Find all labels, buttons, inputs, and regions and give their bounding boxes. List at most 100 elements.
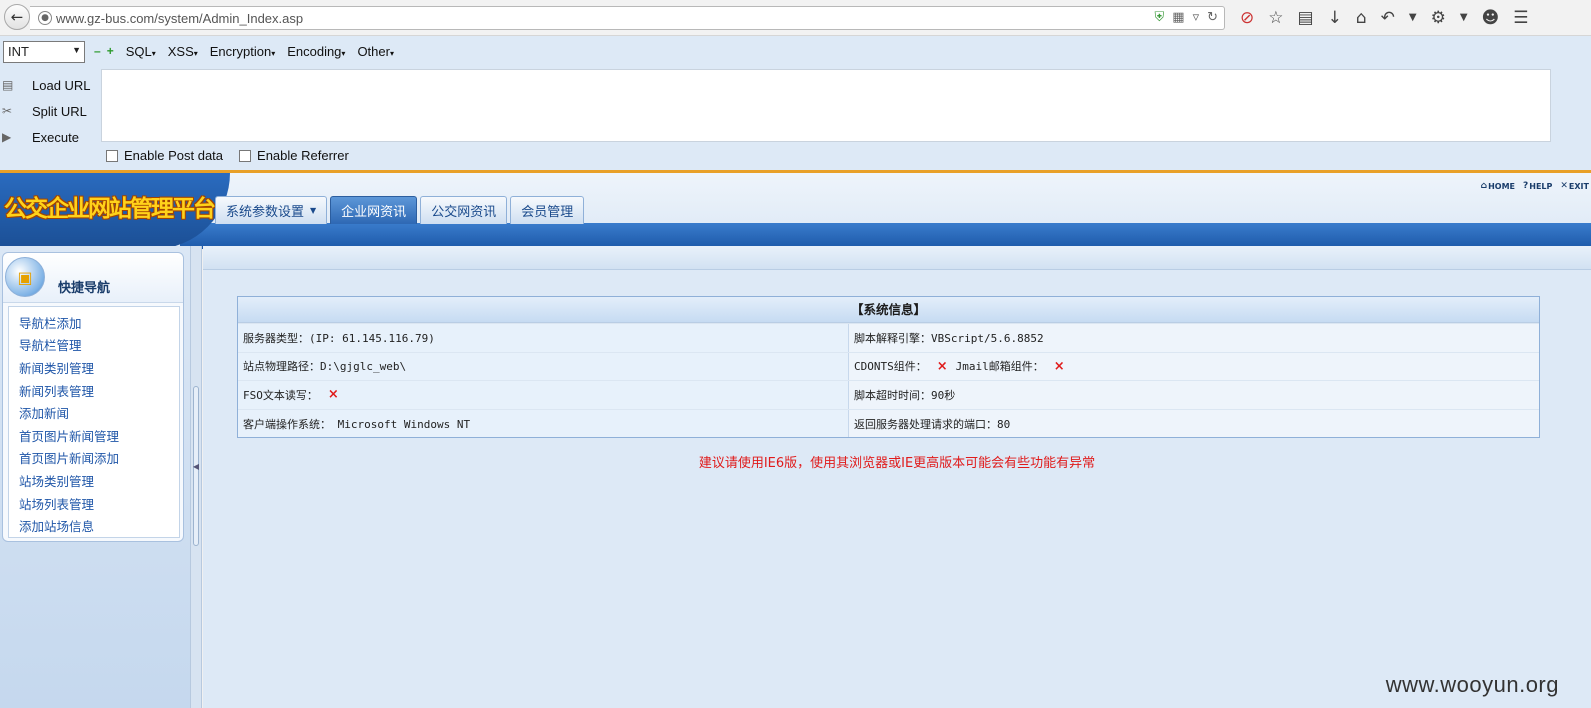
checkbox-box [106, 149, 118, 162]
load-url-icon: ▤ [2, 78, 14, 92]
nav-orb-icon: ▣ [5, 257, 45, 297]
chevron-down-icon[interactable]: ▼ [1460, 12, 1468, 28]
quick-nav-title: 快捷导航 [58, 281, 111, 296]
table-row: 服务器类型：(IP: 61.145.116.79) 脚本解释引擎：VBScrip… [238, 323, 1539, 352]
menu-encoding[interactable]: Encoding▾ [287, 44, 345, 59]
menu-xss[interactable]: XSS▾ [168, 44, 198, 59]
cross-icon: × [1053, 358, 1065, 374]
bookmark-star-icon[interactable]: ☆ [1268, 8, 1283, 28]
split-url-button[interactable]: ✂ Split URL [2, 98, 97, 124]
content-strip [203, 246, 1591, 270]
execute-button[interactable]: ▶ Execute [2, 124, 97, 150]
enable-referrer-checkbox[interactable]: Enable Referrer [239, 148, 349, 163]
browser-toolbar: ← ● www.gz-bus.com/system/Admin_Index.as… [0, 0, 1591, 36]
tab-enterprise-news-label: 企业网资讯 [341, 205, 407, 220]
extension-icon[interactable]: ⚙ [1431, 8, 1446, 28]
table-row: 站点物理路径：D:\gjglc_web\ CDONTS组件： × Jmail邮箱… [238, 351, 1539, 381]
nav-item-station-category[interactable]: 站场类别管理 [19, 469, 179, 492]
site-path-cell: 站点物理路径：D:\gjglc_web\ [238, 352, 849, 381]
browser-action-icons: ⊘ ☆ ▤ ↓ ⌂ ↶ ▼ ⚙ ▼ ☻ ☰ [1240, 8, 1529, 28]
load-url-button[interactable]: ▤ Load URL [2, 72, 97, 98]
menu-other[interactable]: Other▾ [357, 44, 394, 59]
home-icon[interactable]: ⌂ [1356, 8, 1367, 28]
fso-label: FSO文本读写： [243, 388, 318, 402]
download-icon[interactable]: ↓ [1328, 8, 1342, 28]
chevron-down-icon[interactable]: ▼ [1409, 12, 1417, 28]
undo-icon[interactable]: ↶ [1381, 8, 1395, 28]
split-url-label: Split URL [32, 103, 87, 119]
enable-post-data-label: Enable Post data [124, 148, 224, 163]
close-icon: ✕ [1560, 181, 1568, 191]
home-icon: ⌂ [1480, 181, 1488, 191]
tab-enterprise-news[interactable]: 企业网资讯 [330, 196, 418, 224]
address-bar[interactable]: ● www.gz-bus.com/system/Admin_Index.asp … [30, 6, 1225, 30]
tab-member-management-label: 会员管理 [521, 205, 574, 220]
globe-icon: ● [38, 11, 52, 25]
nav-item-station-list[interactable]: 站场列表管理 [19, 492, 179, 515]
quick-nav-panel: ▣ 快捷导航 导航栏添加 导航栏管理 新闻类别管理 新闻列表管理 添加新闻 首页… [2, 252, 184, 542]
chevron-down-icon: ▼ [72, 45, 81, 55]
nav-item-news-category[interactable]: 新闻类别管理 [19, 356, 179, 379]
reload-icon[interactable]: ↻ [1207, 10, 1218, 25]
cross-icon: × [936, 358, 948, 374]
help-link-label: HELP [1529, 181, 1553, 191]
jmail-label: Jmail邮箱组件： [955, 360, 1044, 374]
scissors-icon: ✂ [2, 104, 13, 118]
nav-item-add-news[interactable]: 添加新闻 [19, 401, 179, 424]
client-os-cell: 客户端操作系统： Microsoft Windows NT [238, 409, 849, 438]
sidebar-splitter[interactable]: ◀ [190, 246, 202, 708]
tab-bus-news-label: 公交网资讯 [431, 205, 497, 220]
nav-item-image-news-manage[interactable]: 首页图片新闻管理 [19, 424, 179, 447]
nav-item-news-list[interactable]: 新闻列表管理 [19, 379, 179, 402]
type-select[interactable]: INT ▼ [3, 41, 85, 63]
execute-label: Execute [32, 129, 79, 145]
smiley-icon[interactable]: ☻ [1482, 8, 1500, 28]
script-engine-cell: 脚本解释引擎：VBScript/5.6.8852 [849, 324, 1539, 352]
nav-item-add-station[interactable]: 添加站场信息 [19, 514, 179, 537]
help-link[interactable]: ? HELP [1523, 181, 1552, 191]
tab-bus-news[interactable]: 公交网资讯 [420, 196, 508, 224]
caret-icon: ▾ [151, 49, 156, 58]
hackbar-menu: – + SQL▾ XSS▾ Encryption▾ Encoding▾ Othe… [94, 44, 394, 59]
table-row: FSO文本读写： × 脚本超时时间：90秒 [238, 380, 1539, 409]
collapse-handle-icon[interactable]: ◀ [193, 386, 199, 546]
reading-list-icon[interactable]: ▤ [1298, 8, 1314, 28]
qr-code-icon[interactable]: ▦ [1172, 10, 1184, 25]
components-cell: CDONTS组件： × Jmail邮箱组件： × [849, 352, 1539, 381]
home-link[interactable]: ⌂ HOME [1481, 181, 1515, 191]
quick-links: ⌂ HOME ? HELP ✕ EXIT [1481, 181, 1589, 191]
nav-item-manage-navbar[interactable]: 导航栏管理 [19, 334, 179, 357]
exit-link-label: EXIT [1568, 181, 1589, 191]
dropdown-icon[interactable]: ▿ [1193, 10, 1200, 25]
menu-encryption[interactable]: Encryption▾ [210, 44, 275, 59]
shield-icon[interactable]: ⛨ [1155, 10, 1165, 25]
type-select-value: INT [8, 44, 29, 59]
home-link-label: HOME [1488, 181, 1516, 191]
system-info-table: 【系统信息】 服务器类型：(IP: 61.145.116.79) 脚本解释引擎：… [237, 296, 1540, 439]
nav-item-add-navbar[interactable]: 导航栏添加 [19, 311, 179, 334]
menu-xss-label: XSS [167, 44, 194, 59]
system-info-title: 【系统信息】 [238, 297, 1539, 323]
server-type-cell: 服务器类型：(IP: 61.145.116.79) [238, 324, 849, 352]
site-logo: 公交企业网站管理平台 [4, 196, 216, 222]
enable-referrer-label: Enable Referrer [257, 148, 349, 163]
menu-encryption-label: Encryption [209, 44, 272, 59]
enable-post-data-checkbox[interactable]: Enable Post data [106, 148, 223, 163]
server-port-cell: 返回服务器处理请求的端口：80 [849, 409, 1539, 438]
exit-link[interactable]: ✕ EXIT [1560, 181, 1589, 191]
menu-icon[interactable]: ☰ [1513, 8, 1528, 28]
tab-system-settings[interactable]: 系统参数设置 ▼ [215, 196, 328, 224]
menu-sql[interactable]: SQL▾ [126, 44, 156, 59]
cross-icon: × [327, 387, 339, 403]
caret-icon: ▾ [271, 49, 276, 58]
nav-item-image-news-add[interactable]: 首页图片新闻添加 [19, 447, 179, 470]
browser-warning: 建议请使用IE6版，使用其浏览器或IE更高版本可能会有些功能有异常 [698, 456, 1096, 471]
noscript-icon[interactable]: ⊘ [1240, 8, 1254, 28]
plus-icon[interactable]: + [107, 44, 114, 59]
admin-header: 公交企业网站管理平台 系统参数设置 ▼ 企业网资讯 公交网资讯 会员管理 ⌂ HO… [0, 170, 1591, 249]
minus-icon[interactable]: – [94, 44, 101, 59]
back-arrow-icon[interactable]: ← [4, 4, 30, 30]
url-textarea[interactable] [101, 69, 1551, 142]
tab-member-management[interactable]: 会员管理 [510, 196, 585, 224]
url-text[interactable]: www.gz-bus.com/system/Admin_Index.asp [56, 11, 303, 26]
